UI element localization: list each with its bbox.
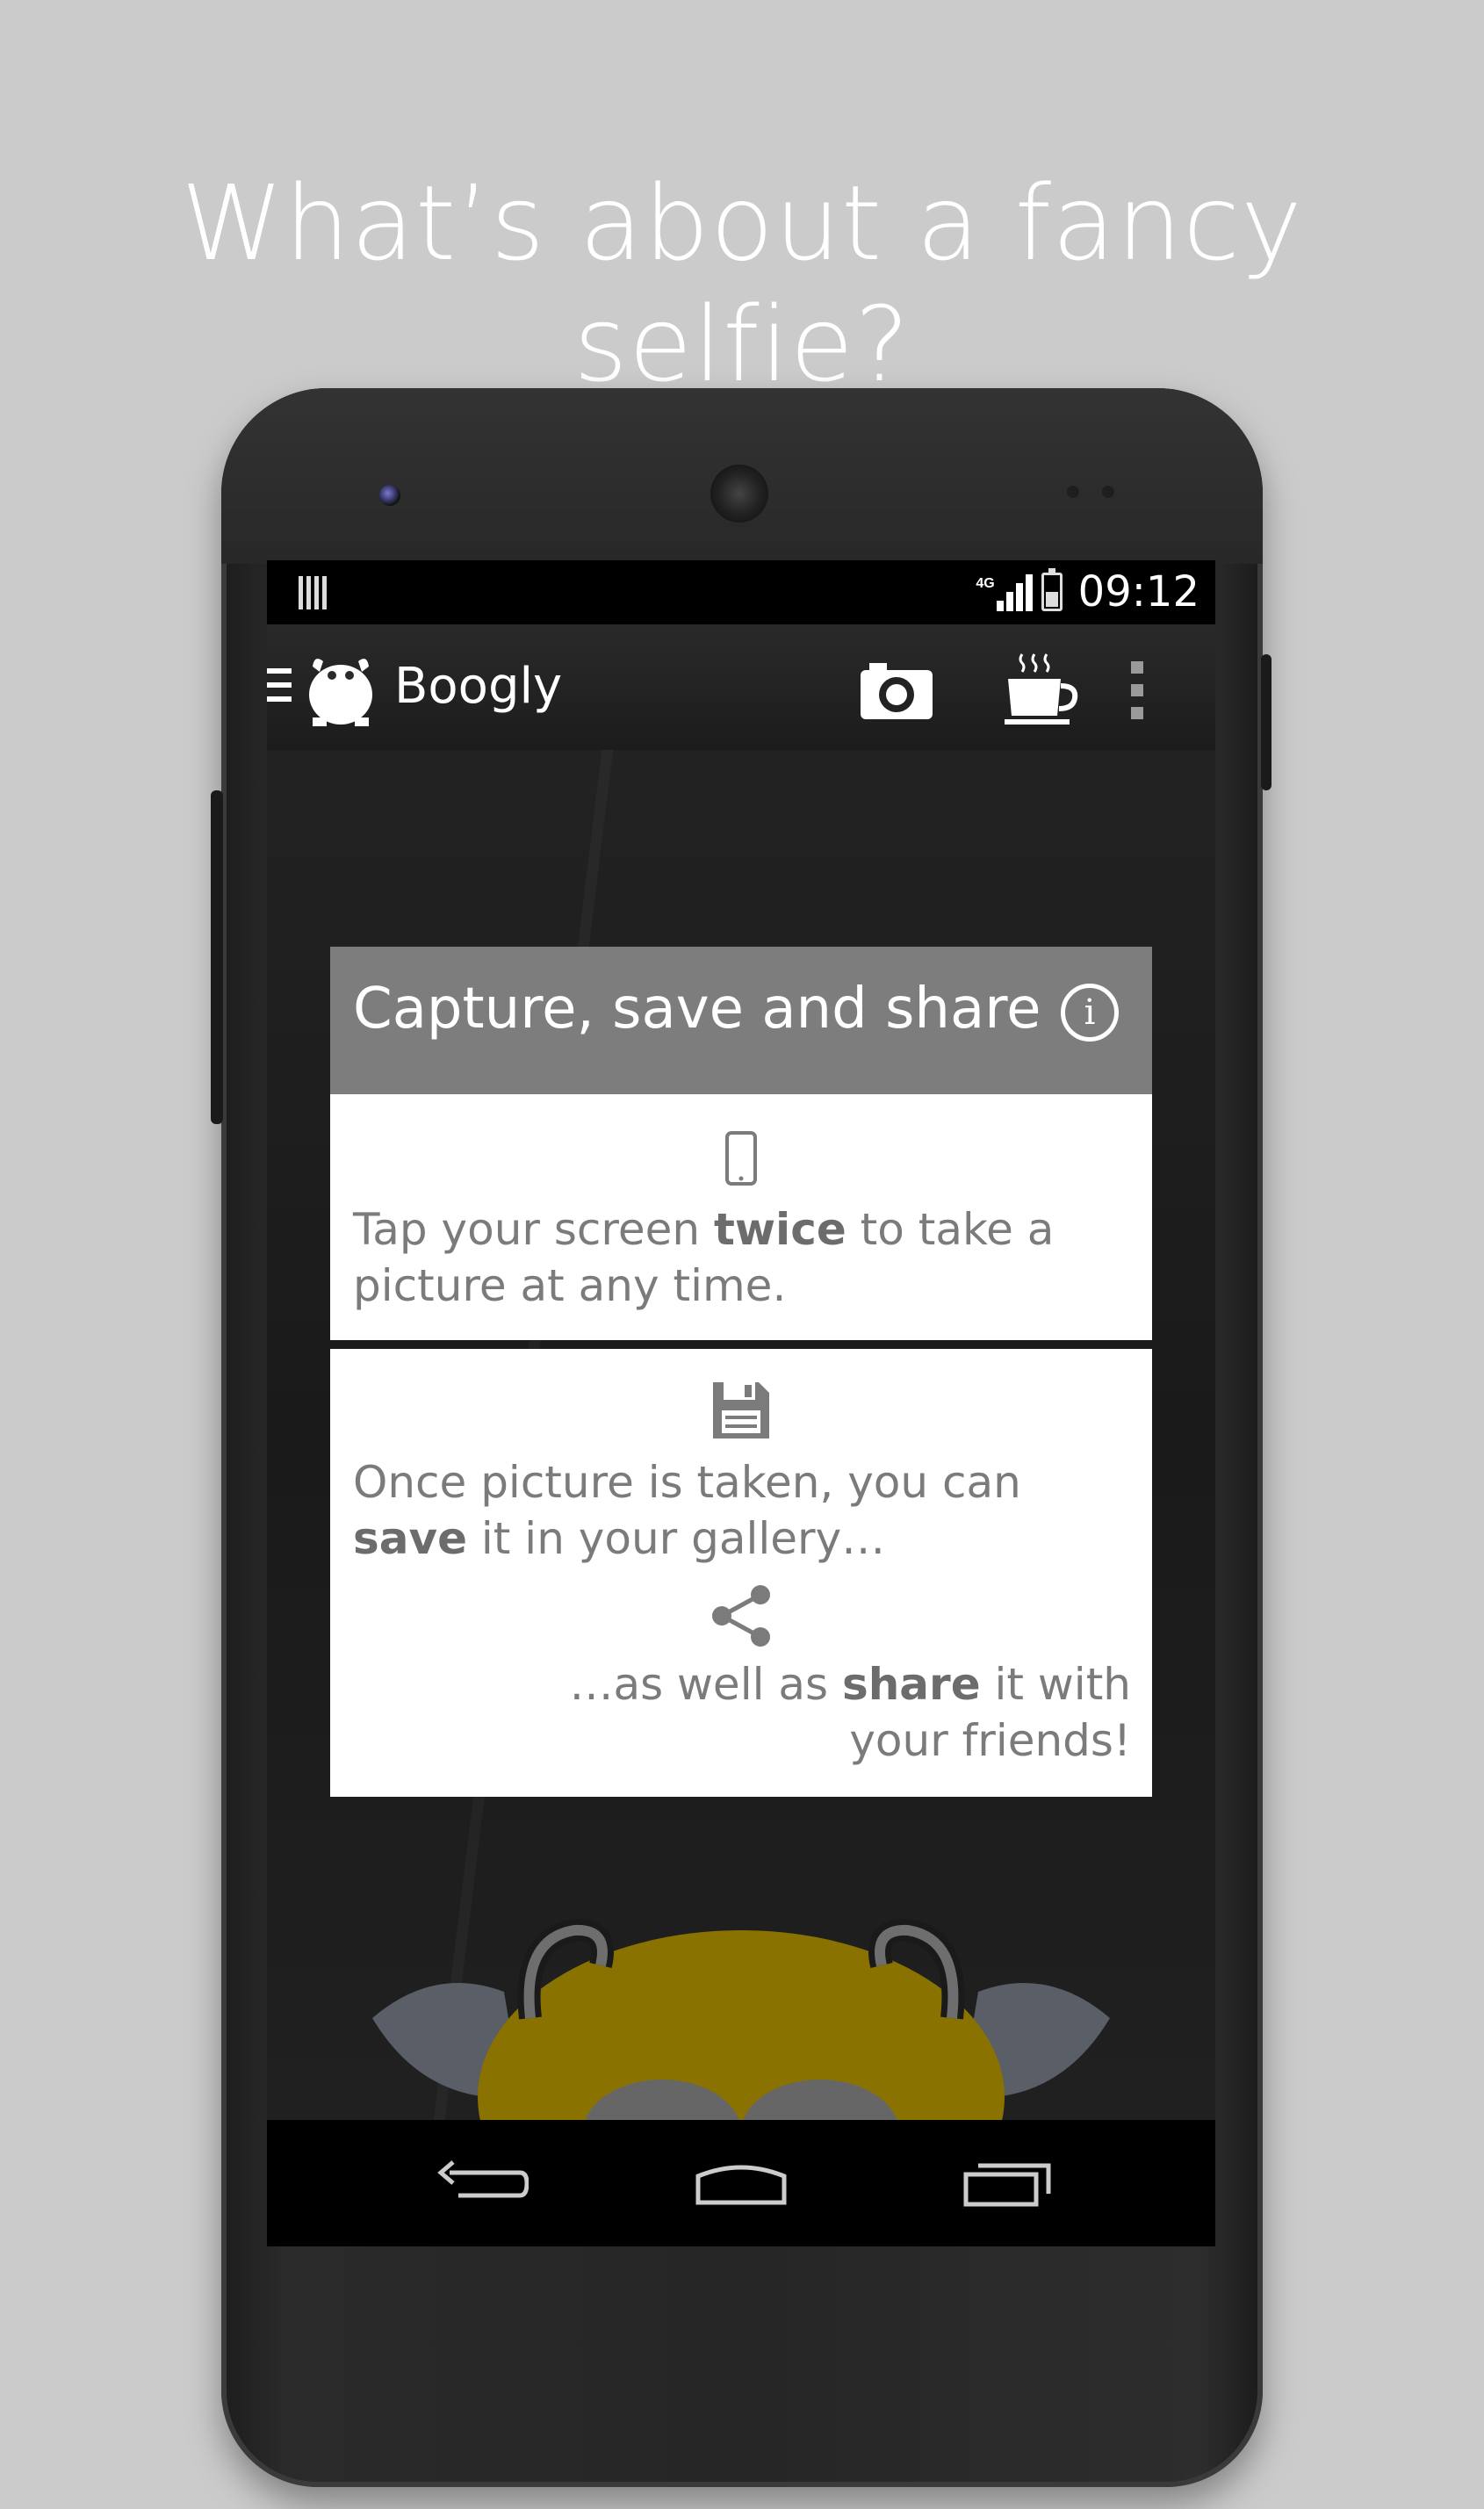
headline: What’s about a fancy selfie? [181,162,1303,405]
camera-icon[interactable] [857,651,936,730]
phone-power-button [1261,654,1271,790]
tutorial-dialog: Capture, save and share i Tap your scree… [330,947,1152,1797]
floppy-disk-icon [713,1382,769,1438]
home-icon[interactable] [693,2155,789,2211]
coffee-cup-icon[interactable] [1003,651,1082,730]
network-type: 4G [976,576,995,591]
tip-save-text: Once picture is taken, you can save it i… [353,1457,1021,1564]
tip-capture-text: Tap your screen twice to take a picture … [353,1204,1055,1311]
recent-apps-icon[interactable] [961,2155,1057,2211]
signal-strength-icon [996,573,1033,611]
back-icon[interactable] [432,2155,529,2211]
share-icon [712,1585,770,1647]
battery-icon [1041,568,1063,611]
earpiece-speaker [713,467,766,520]
mascot-character [372,1918,1110,2132]
tip-card-save-share: Once picture is taken, you can save it i… [330,1349,1152,1797]
navigation-bar [267,2120,1215,2246]
tip-share-text: …as well as share it with your friends! [569,1659,1131,1766]
barcode-notification-icon [299,576,330,609]
front-camera [379,485,400,506]
proximity-sensor [1067,486,1079,498]
phone-volume-button [211,790,223,1124]
tip-card-capture: Tap your screen twice to take a picture … [330,1094,1152,1340]
menu-icon[interactable] [267,668,292,705]
app-logo-icon[interactable] [306,649,376,728]
action-bar: Boogly [267,624,1215,750]
status-time: 09:12 [1077,567,1199,616]
light-sensor [1102,486,1114,498]
dialog-header: Capture, save and share i [330,947,1152,1094]
smartphone-icon [725,1131,757,1186]
app-title: Boogly [394,658,563,715]
info-icon[interactable]: i [1061,984,1119,1042]
phone-screen: 4G 09:12 Boogly Capture, save and share … [267,560,1215,2246]
dialog-title: Capture, save and share [353,977,1041,1042]
status-bar: 4G 09:12 [267,560,1215,624]
overflow-menu-icon[interactable] [1131,661,1143,730]
